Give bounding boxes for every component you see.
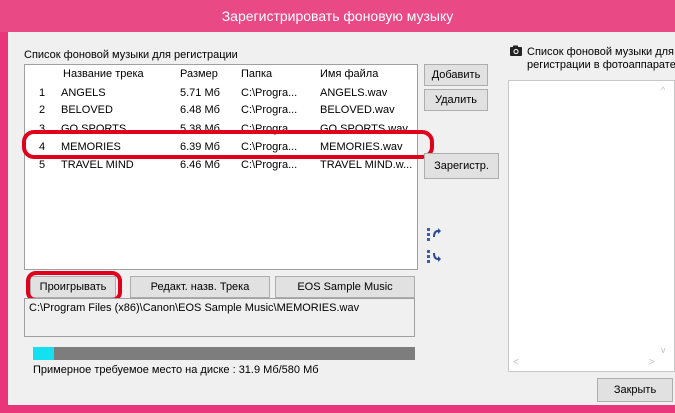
row-title: MEMORIES bbox=[61, 141, 121, 153]
scroll-up-icon[interactable]: ^ bbox=[661, 85, 665, 95]
row-filename: ANGELS.wav bbox=[320, 87, 388, 99]
list-item[interactable]: 5 TRAVEL MIND 6.46 Мб C:\Progra... TRAVE… bbox=[25, 157, 417, 174]
music-list[interactable]: Название трека Размер Папка Имя файла 1 … bbox=[24, 64, 418, 270]
move-down-icon[interactable] bbox=[423, 247, 443, 267]
scroll-left-icon[interactable]: < bbox=[513, 357, 519, 368]
column-header-title[interactable]: Название трека bbox=[63, 68, 144, 80]
row-title: TRAVEL MIND bbox=[61, 159, 134, 171]
row-title: GO SPORTS bbox=[61, 123, 127, 135]
row-size: 5.71 Мб bbox=[180, 87, 220, 99]
disk-space-text: Примерное требуемое место на диске : 31.… bbox=[33, 364, 319, 376]
column-header-folder[interactable]: Папка bbox=[241, 68, 272, 80]
row-folder: C:\Progra... bbox=[241, 87, 298, 99]
list-item[interactable]: 1 ANGELS 5.71 Мб C:\Progra... ANGELS.wav bbox=[25, 85, 417, 102]
row-number: 3 bbox=[39, 123, 46, 135]
edit-track-title-button[interactable]: Редакт. назв. Трека bbox=[130, 276, 270, 298]
row-filename: BELOVED.wav bbox=[320, 104, 395, 116]
close-button[interactable]: Закрыть bbox=[597, 378, 673, 402]
row-filename: MEMORIES.wav bbox=[320, 141, 403, 153]
add-button[interactable]: Добавить bbox=[424, 64, 488, 86]
register-button[interactable]: Зарегистр. bbox=[424, 153, 499, 179]
row-size: 6.39 Мб bbox=[180, 141, 220, 153]
remove-button[interactable]: Удалить bbox=[424, 89, 488, 111]
column-header-filename[interactable]: Имя файла bbox=[320, 68, 378, 80]
row-filename: TRAVEL MIND.w... bbox=[320, 159, 413, 171]
play-button[interactable]: Проигрывать bbox=[30, 276, 116, 298]
scroll-right-icon[interactable]: > bbox=[649, 357, 655, 368]
list-item-selected[interactable]: 4 MEMORIES 6.39 Мб C:\Progra... MEMORIES… bbox=[25, 139, 417, 156]
row-title: BELOVED bbox=[61, 104, 113, 116]
row-number: 5 bbox=[39, 159, 46, 171]
row-size: 6.48 Мб bbox=[180, 104, 220, 116]
row-title: ANGELS bbox=[61, 87, 106, 99]
camera-list-label-line1: Список фоновой музыки для bbox=[527, 46, 674, 58]
camera-music-list[interactable]: ^ v < > bbox=[508, 80, 675, 372]
file-path-display: C:\Program Files (x86)\Canon\EOS Sample … bbox=[24, 298, 415, 337]
move-up-icon[interactable] bbox=[423, 225, 443, 245]
row-folder: C:\Progra... bbox=[241, 141, 298, 153]
camera-list-label-line2: регистрации в фотоаппарате bbox=[527, 59, 675, 71]
row-size: 6.46 Мб bbox=[180, 159, 220, 171]
list-header: Название трека Размер Папка Имя файла bbox=[25, 65, 417, 83]
row-folder: C:\Progra... bbox=[241, 159, 298, 171]
row-filename: GO SPORTS.wav bbox=[320, 123, 408, 135]
row-folder: C:\Progra... bbox=[241, 123, 298, 135]
row-number: 1 bbox=[39, 87, 46, 99]
disk-usage-fill bbox=[33, 347, 54, 360]
list-item[interactable]: 3 GO SPORTS 5.38 Мб C:\Progra... GO SPOR… bbox=[25, 121, 417, 138]
scroll-down-icon[interactable]: v bbox=[661, 345, 666, 355]
window-title: Зарегистрировать фоновую музыку bbox=[221, 8, 454, 24]
disk-usage-bar bbox=[33, 347, 415, 360]
camera-icon bbox=[510, 45, 522, 60]
row-folder: C:\Progra... bbox=[241, 104, 298, 116]
music-list-label: Список фоновой музыки для регистрации bbox=[24, 49, 238, 61]
title-bar[interactable]: Зарегистрировать фоновую музыку bbox=[0, 0, 675, 32]
column-header-size[interactable]: Размер bbox=[180, 68, 218, 80]
row-number: 4 bbox=[39, 141, 46, 153]
list-item[interactable]: 2 BELOVED 6.48 Мб C:\Progra... BELOVED.w… bbox=[25, 102, 417, 119]
eos-sample-music-button[interactable]: EOS Sample Music bbox=[275, 276, 415, 298]
row-size: 5.38 Мб bbox=[180, 123, 220, 135]
row-number: 2 bbox=[39, 104, 46, 116]
